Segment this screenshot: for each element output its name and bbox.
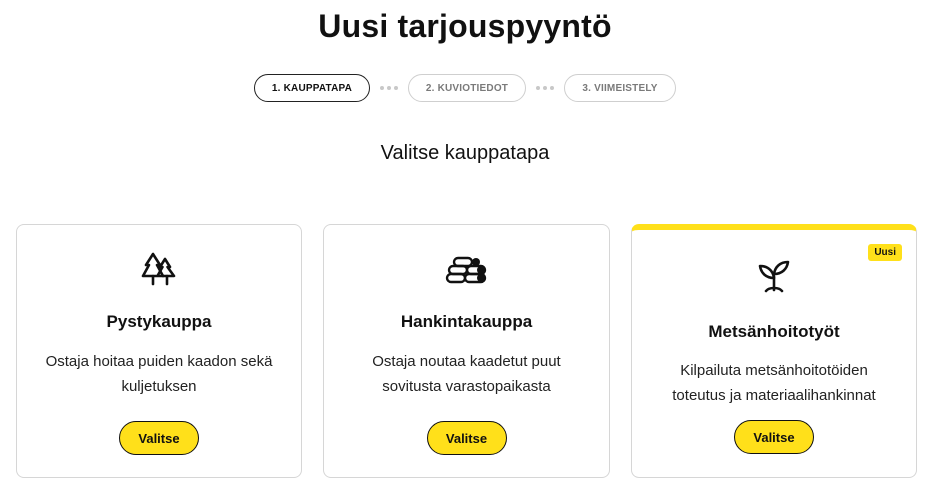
forest-icon <box>17 249 301 289</box>
card-description: Ostaja noutaa kaadetut puut sovitusta va… <box>372 353 561 395</box>
step-separator <box>380 86 398 90</box>
option-card-metsanhoitotyot[interactable]: Uusi Metsänhoitotyöt Kilpailuta metsänho… <box>631 224 917 478</box>
option-card-pystykauppa[interactable]: Pystykauppa Ostaja hoitaa puiden kaadon … <box>16 224 302 478</box>
card-description: Ostaja hoitaa puiden kaadon sekä kuljetu… <box>45 353 273 395</box>
select-button[interactable]: Valitse <box>734 420 814 454</box>
stepper: 1. KAUPPATAPA 2. KUVIOTIEDOT 3. VIIMEIST… <box>0 74 930 102</box>
card-title: Hankintakauppa <box>400 312 533 331</box>
card-title: Metsänhoitotyöt <box>708 322 840 341</box>
page-title: Uusi tarjouspyyntö <box>318 8 612 44</box>
card-title: Pystykauppa <box>106 312 212 331</box>
log-pile-icon <box>324 249 609 289</box>
section-subtitle: Valitse kauppatapa <box>380 142 550 164</box>
step-kauppatapa[interactable]: 1. KAUPPATAPA <box>254 74 370 102</box>
sprout-icon <box>632 256 916 296</box>
option-card-hankintakauppa[interactable]: Hankintakauppa Ostaja noutaa kaadetut pu… <box>323 224 610 478</box>
step-separator <box>536 86 554 90</box>
card-description: Kilpailuta metsänhoitotöiden toteutus ja… <box>672 362 876 404</box>
step-kuviotiedot[interactable]: 2. KUVIOTIEDOT <box>408 74 526 102</box>
select-button[interactable]: Valitse <box>426 421 507 455</box>
step-viimeistely[interactable]: 3. VIIMEISTELY <box>564 74 676 102</box>
select-button[interactable]: Valitse <box>119 421 199 455</box>
